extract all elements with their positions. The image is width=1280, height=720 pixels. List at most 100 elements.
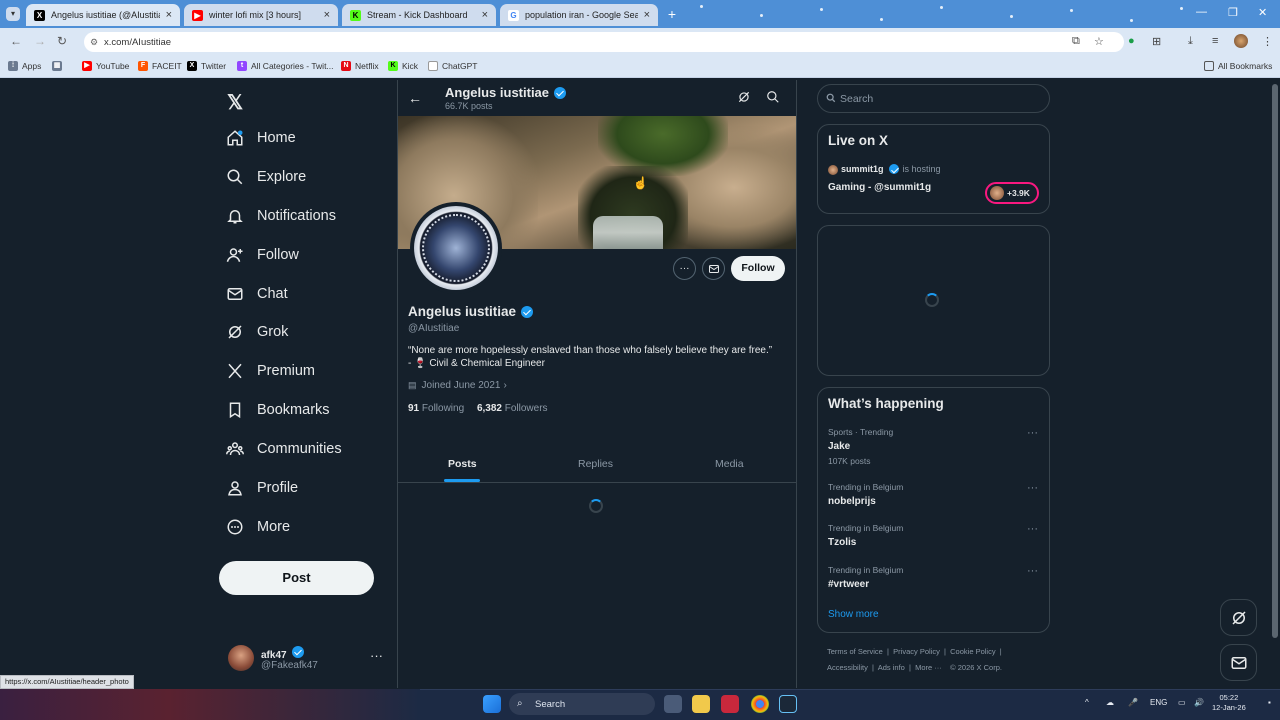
microphone-icon[interactable]: 🎤 [1128, 698, 1138, 707]
search-input[interactable]: Search [817, 84, 1050, 113]
language-indicator[interactable]: ENG [1150, 698, 1167, 707]
bookmark-item[interactable]: ▦ [52, 61, 66, 71]
bookmark-item[interactable]: ⁞ Apps [8, 61, 41, 71]
trend-more-icon[interactable]: ··· [1027, 523, 1038, 535]
bookmark-item[interactable]: F FACEIT [138, 61, 182, 71]
trend-item[interactable]: Sports · Trending Jake 107K posts [828, 427, 893, 466]
sidebar-item-home[interactable]: Home [226, 125, 296, 151]
more-options-icon[interactable]: ··· [370, 648, 383, 663]
file-explorer-icon[interactable] [692, 695, 710, 713]
search-icon[interactable] [766, 90, 780, 104]
extension-icon[interactable]: ● [1128, 35, 1135, 47]
avatar[interactable] [1234, 34, 1248, 48]
trend-item[interactable]: Trending in Belgium Tzolis [828, 523, 903, 548]
browser-tab[interactable]: K Stream - Kick Dashboard × [342, 4, 496, 26]
download-icon[interactable]: ⤓ [1188, 35, 1193, 48]
close-tab-icon[interactable]: × [166, 9, 172, 21]
browser-tab[interactable]: X Angelus iustitiae (@AIustitiae) / × [26, 4, 180, 26]
footer-link[interactable]: Cookie Policy [950, 647, 995, 656]
back-icon[interactable]: ← [10, 34, 22, 48]
sidebar-item-notifications[interactable]: Notifications [226, 203, 336, 229]
new-tab-button[interactable]: + [664, 6, 680, 22]
footer-link[interactable]: More ··· [915, 663, 942, 672]
sidebar-item-premium[interactable]: Premium [226, 358, 315, 384]
tab-replies[interactable]: Replies [578, 458, 613, 470]
maximize-icon[interactable]: ❐ [1228, 6, 1238, 19]
clock[interactable]: 05:22 12-Jan-26 [1212, 693, 1246, 713]
trend-more-icon[interactable]: ··· [1027, 565, 1038, 577]
verified-badge-icon[interactable] [521, 305, 534, 318]
tab-search-button[interactable]: ▾ [6, 7, 20, 21]
grok-button[interactable] [1220, 599, 1257, 636]
grok-icon[interactable] [737, 90, 751, 104]
steam-icon[interactable] [779, 695, 797, 713]
close-tab-icon[interactable]: × [644, 9, 650, 21]
extensions-puzzle-icon[interactable]: ⊞ [1152, 35, 1161, 48]
followers-link[interactable]: 6,382 Followers [477, 403, 548, 414]
url-input[interactable]: x.com/AIustitiae [84, 32, 1124, 52]
trend-more-icon[interactable]: ··· [1027, 482, 1038, 494]
live-host[interactable]: summit1g is hosting [841, 164, 941, 174]
bookmark-item[interactable]: N Netflix [341, 61, 379, 71]
more-options-button[interactable]: ··· [673, 257, 696, 280]
chevron-up-icon[interactable]: ^ [1085, 698, 1089, 707]
live-viewers-badge[interactable]: +3.9K [985, 182, 1039, 204]
post-button[interactable]: Post [219, 561, 374, 595]
close-tab-icon[interactable]: × [324, 9, 330, 21]
wifi-icon[interactable]: ▭ [1178, 698, 1186, 707]
sidebar-item-follow[interactable]: Follow [226, 242, 299, 268]
joined-date[interactable]: ▤ Joined June 2021 › [408, 380, 507, 391]
browser-tab[interactable]: ▶ winter lofi mix [3 hours] × [184, 4, 338, 26]
site-info-icon[interactable]: ⚙ [90, 37, 98, 48]
notifications-icon[interactable]: ▪ [1268, 698, 1271, 707]
menu-icon[interactable]: ⋮ [1262, 35, 1273, 48]
footer-link[interactable]: Terms of Service [827, 647, 883, 656]
bookmark-item[interactable]: ChatGPT [428, 61, 477, 71]
footer-link[interactable]: Privacy Policy [893, 647, 940, 656]
message-button[interactable] [702, 257, 725, 280]
tab-posts[interactable]: Posts [448, 458, 477, 470]
all-bookmarks-folder[interactable]: All Bookmarks [1204, 61, 1272, 71]
close-tab-icon[interactable]: × [482, 9, 488, 21]
minimize-icon[interactable]: — [1196, 6, 1207, 18]
bookmark-item[interactable]: X Twitter [187, 61, 226, 71]
install-app-icon[interactable]: ⧉ [1072, 35, 1080, 48]
start-button[interactable] [483, 695, 501, 713]
trend-more-icon[interactable]: ··· [1027, 427, 1038, 439]
tab-media[interactable]: Media [715, 458, 744, 470]
close-window-icon[interactable]: ✕ [1258, 6, 1267, 19]
footer-link[interactable]: Accessibility [827, 663, 868, 672]
forward-icon[interactable]: → [34, 34, 46, 48]
live-stream-title[interactable]: Gaming - @summit1g [828, 182, 931, 193]
browser-tab[interactable]: G population iran - Google Searc × [500, 4, 658, 26]
sidebar-item-communities[interactable]: Communities [226, 436, 342, 462]
sidebar-item-profile[interactable]: Profile [226, 475, 298, 501]
app-icon[interactable] [721, 695, 739, 713]
x-logo-icon[interactable]: 𝕏 [227, 90, 243, 115]
following-link[interactable]: 91 Following [408, 403, 464, 414]
bookmark-item[interactable]: K Kick [388, 61, 418, 71]
sidebar-item-more[interactable]: More [226, 514, 290, 540]
trend-item[interactable]: Trending in Belgium #vrtweer [828, 565, 903, 590]
media-icon[interactable]: ≡ [1212, 35, 1218, 47]
sidebar-item-bookmarks[interactable]: Bookmarks [226, 397, 330, 423]
reload-icon[interactable]: ↻ [57, 34, 67, 48]
bookmark-item[interactable]: ▶ YouTube [82, 61, 129, 71]
volume-icon[interactable]: 🔊 [1194, 698, 1204, 707]
trend-item[interactable]: Trending in Belgium nobelprijs [828, 482, 903, 507]
scrollbar[interactable] [1272, 84, 1278, 638]
bookmark-star-icon[interactable]: ☆ [1094, 35, 1104, 48]
footer-link[interactable]: Ads info [878, 663, 905, 672]
messages-button[interactable] [1220, 644, 1257, 681]
sidebar-item-grok[interactable]: Grok [226, 319, 288, 345]
back-arrow-icon[interactable]: ← [408, 90, 422, 106]
sidebar-item-chat[interactable]: Chat [226, 281, 288, 307]
task-view-icon[interactable] [664, 695, 682, 713]
follow-button[interactable]: Follow [731, 256, 785, 281]
bookmark-item[interactable]: t All Categories - Twit... [237, 61, 334, 71]
taskbar-search[interactable]: Search [509, 693, 655, 715]
chrome-icon[interactable] [751, 695, 769, 713]
sidebar-item-explore[interactable]: Explore [226, 164, 306, 190]
show-more-link[interactable]: Show more [828, 609, 879, 620]
network-icon[interactable]: ☁ [1106, 698, 1114, 707]
